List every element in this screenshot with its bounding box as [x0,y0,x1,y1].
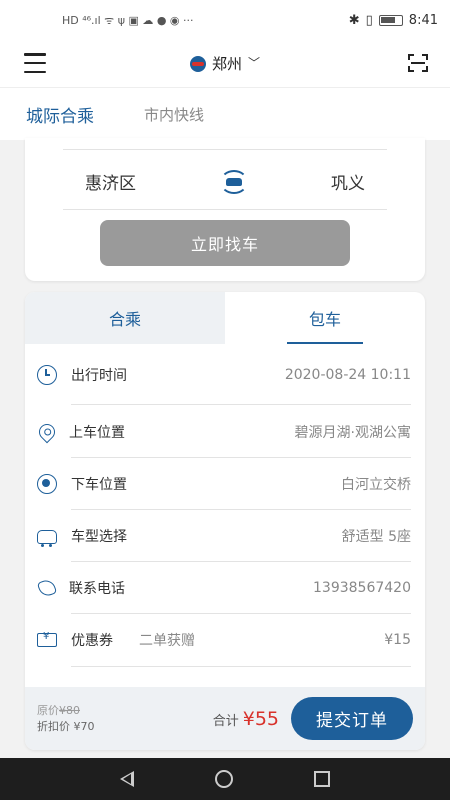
divider [71,404,411,405]
form-row-phone[interactable]: 联系电话 13938567420 [25,562,425,614]
service-tabs: 城际合乘 市内快线 [0,88,450,140]
city-name: 郑州 [211,55,242,73]
price-breakdown: 原价¥80 折扣价 ¥70 [37,703,95,735]
tab-carpool[interactable]: 合乘 [25,292,225,344]
app-logo-icon [189,55,206,72]
divider [63,149,387,150]
coupon-hint: 二单获赠 [139,633,195,649]
menu-icon[interactable] [24,53,46,73]
original-price: 原价¥80 [37,703,80,717]
total-amount: ¥55 [242,707,279,730]
form-row-dropoff[interactable]: 下车位置 白河立交桥 [25,458,425,510]
form-row-pickup[interactable]: 上车位置 碧源月湖·观湖公寓 [25,406,425,458]
system-nav-bar [0,758,450,800]
tab-charter[interactable]: 包车 [225,292,425,344]
total-label: 合计 [212,713,239,729]
battery-icon [378,14,403,26]
vibrate-icon: ▯ [365,12,373,28]
submit-order-button[interactable]: 提交订单 [291,697,413,740]
divider [71,666,411,667]
chevron-down-icon: ﹀ [248,56,261,70]
bluetooth-icon: ✱ [348,12,360,28]
status-bar: HD ⁴⁶.ıl ᯤ ψ ▣ ☁ ● ◉ ··· ✱ ▯ 8:41 [0,0,450,40]
form-row-departure-time[interactable]: 出行时间 2020-08-24 10:11 [25,349,425,401]
row-value: ¥15 [384,632,411,648]
row-label: 出行时间 [71,368,127,384]
location-pin-icon [35,420,59,444]
to-location[interactable]: 巩义 [331,169,365,194]
city-selector[interactable]: 郑州 ﹀ [189,53,261,74]
route-card: 惠济区 巩义 立即找车 [25,138,425,281]
divider [63,209,387,210]
discount-price: 折扣价 ¥70 [37,719,95,733]
clock-icon [37,365,57,385]
from-location[interactable]: 惠济区 [85,169,136,194]
row-value: 碧源月湖·观湖公寓 [294,425,411,441]
order-summary-bar: 原价¥80 折扣价 ¥70 合计 ¥55 提交订单 [25,687,425,750]
route-row: 惠济区 巩义 [25,154,425,209]
row-value: 白河立交桥 [341,477,411,493]
tab-city-express[interactable]: 市内快线 [144,104,204,125]
car-icon [37,530,57,547]
status-right: ✱ ▯ 8:41 [349,13,438,28]
swap-route-icon[interactable] [216,169,252,194]
back-icon[interactable] [120,771,135,787]
row-value: 13938567420 [313,580,411,596]
app-header: 郑州 ﹀ [0,40,450,88]
find-car-button[interactable]: 立即找车 [100,220,350,266]
total-price: 合计 ¥55 [213,708,279,730]
home-icon[interactable] [214,770,233,788]
row-label: 优惠券 [71,633,113,649]
coupon-icon [37,631,57,647]
order-card: 合乘 包车 出行时间 2020-08-24 10:11 上车位置 碧源月湖·观湖… [25,292,425,750]
form-row-vehicle-type[interactable]: 车型选择 舒适型 5座 [25,510,425,562]
scan-icon[interactable] [408,54,428,72]
clock-time: 8:41 [408,12,438,28]
tab-intercity[interactable]: 城际合乘 [26,102,94,127]
status-icons: HD ⁴⁶.ıl ᯤ ψ ▣ ☁ ● ◉ ··· [62,13,194,28]
row-value: 舒适型 5座 [341,529,411,545]
form-row-coupon[interactable]: 优惠券 二单获赠 ¥15 [25,614,425,666]
row-label: 车型选择 [71,529,127,545]
row-label: 下车位置 [71,477,127,493]
row-label: 上车位置 [69,425,125,441]
row-value: 2020-08-24 10:11 [284,367,411,383]
phone-icon [36,577,58,599]
row-label: 联系电话 [69,581,125,597]
mode-tabs: 合乘 包车 [25,292,425,344]
status-left-text: HD ⁴⁶.ıl ᯤ ψ ▣ ☁ ● ◉ ··· [62,13,194,27]
recent-apps-icon[interactable] [313,771,330,787]
target-icon [37,474,57,494]
